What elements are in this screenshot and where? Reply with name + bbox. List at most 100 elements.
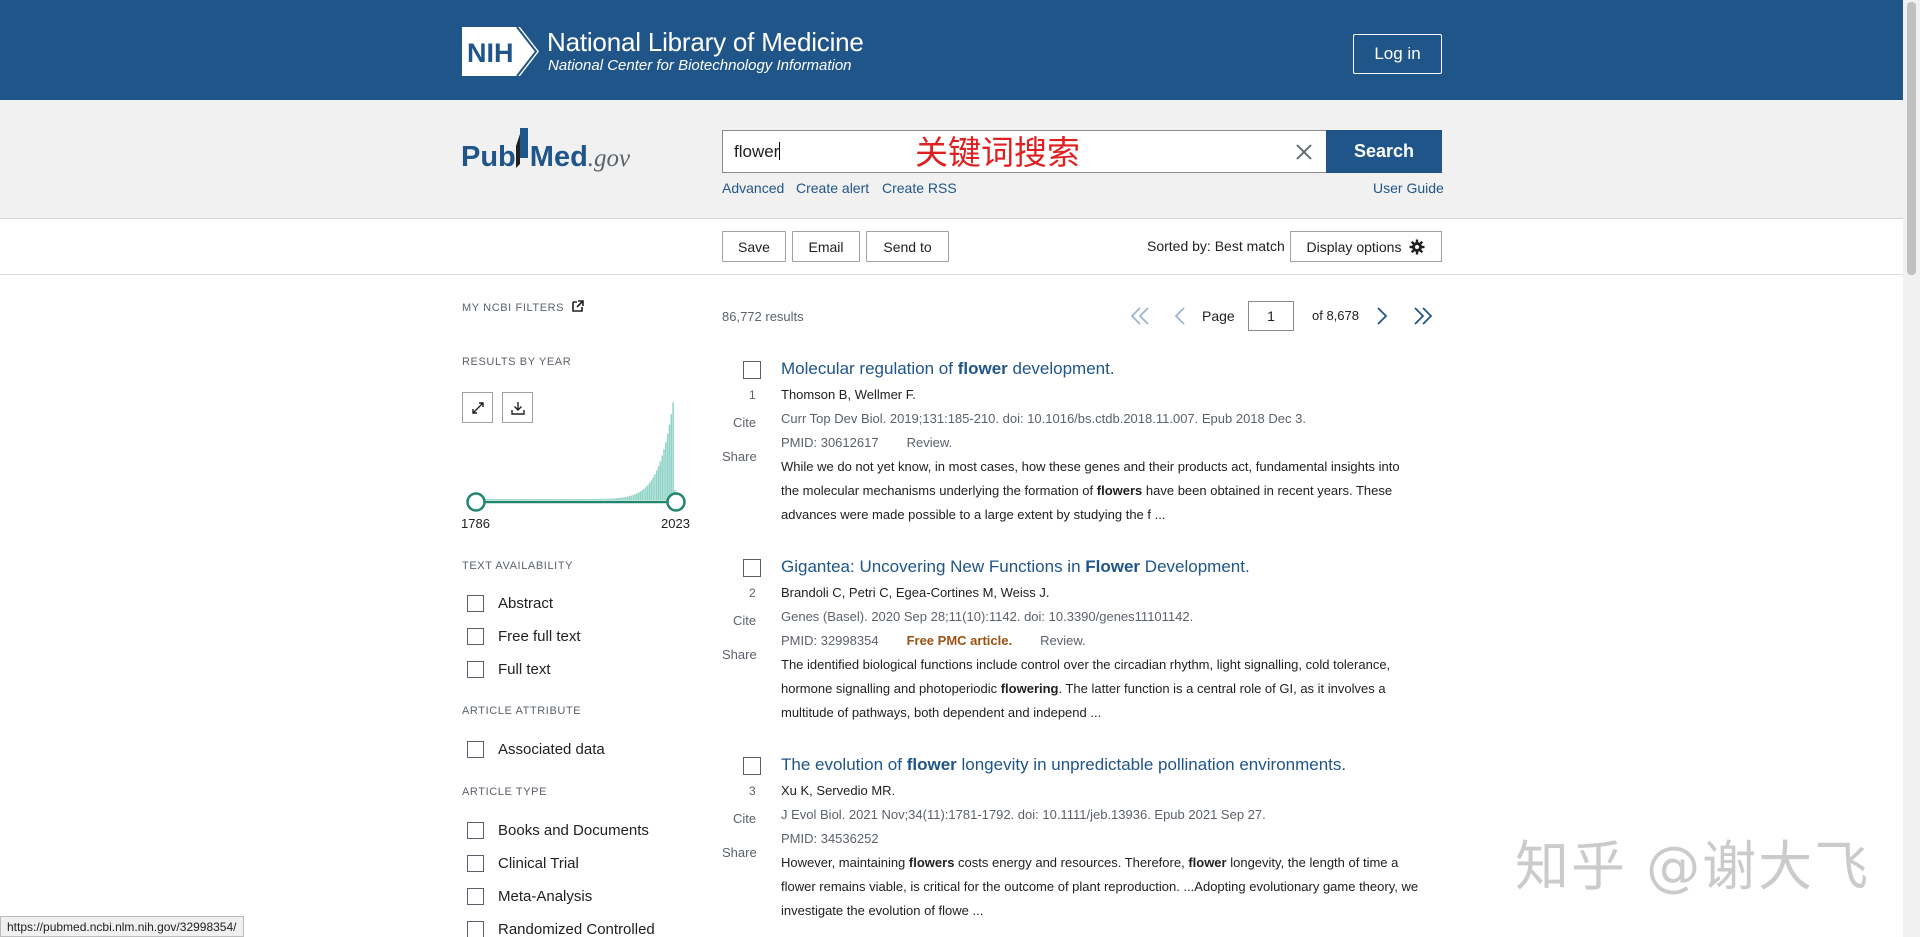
clear-icon[interactable] xyxy=(1282,131,1326,172)
histogram-bar xyxy=(492,499,494,500)
result-checkbox[interactable] xyxy=(743,361,761,379)
histogram-bar xyxy=(648,482,651,500)
page-scrollbar[interactable] xyxy=(1903,0,1920,937)
filter-full-text[interactable]: Full text xyxy=(467,658,551,680)
histogram-bar xyxy=(505,499,507,500)
result-checkbox[interactable] xyxy=(743,559,761,577)
article-type-heading: ARTICLE TYPE xyxy=(462,786,548,798)
status-bar-url: https://pubmed.ncbi.nlm.nih.gov/32998354… xyxy=(0,916,244,937)
filter-randomized-controlled[interactable]: Randomized Controlled xyxy=(467,918,655,937)
page-label: Page xyxy=(1202,308,1235,324)
org-subtitle: National Center for Biotechnology Inform… xyxy=(548,57,852,74)
histogram-bar xyxy=(577,498,580,500)
org-title[interactable]: National Library of Medicine xyxy=(547,27,864,58)
histogram-bar xyxy=(594,498,596,500)
cite-button[interactable]: Cite xyxy=(733,613,756,628)
next-page-icon[interactable] xyxy=(1375,307,1389,325)
filter-associated-data[interactable]: Associated data xyxy=(467,738,605,760)
histogram-bar xyxy=(572,498,574,500)
histogram-bar xyxy=(630,495,633,500)
histogram-bar xyxy=(621,497,623,500)
histogram-bar xyxy=(641,490,643,500)
scrollbar-thumb[interactable] xyxy=(1907,2,1916,275)
filter-books-and-documents[interactable]: Books and Documents xyxy=(467,819,649,841)
histogram-bar xyxy=(603,498,605,500)
create-rss-link[interactable]: Create RSS xyxy=(882,180,957,196)
result-title-link[interactable]: The evolution of flower longevity in unp… xyxy=(781,755,1346,775)
histogram-bar xyxy=(668,424,671,500)
share-button[interactable]: Share xyxy=(722,647,757,662)
my-ncbi-filters-heading[interactable]: MY NCBI FILTERS xyxy=(462,302,564,314)
send-to-button[interactable]: Send to xyxy=(866,231,949,262)
filter-free-full-text[interactable]: Free full text xyxy=(467,625,581,647)
last-page-icon[interactable] xyxy=(1413,307,1433,325)
filter-meta-analysis[interactable]: Meta-Analysis xyxy=(467,885,592,907)
checkbox[interactable] xyxy=(467,887,484,905)
histogram-bar xyxy=(532,499,534,500)
histogram-bar xyxy=(543,498,545,500)
histogram-bar xyxy=(614,498,616,500)
share-button[interactable]: Share xyxy=(722,449,757,464)
histogram-bar xyxy=(592,498,594,500)
histogram-bar xyxy=(599,498,602,500)
histogram-bar xyxy=(517,499,520,500)
histogram-bar xyxy=(657,466,660,500)
histogram-bar xyxy=(617,497,620,500)
checkbox[interactable] xyxy=(467,627,484,645)
search-button[interactable]: Search xyxy=(1326,130,1442,173)
page-number-input[interactable]: 1 xyxy=(1248,301,1294,331)
histogram-bar xyxy=(503,499,505,500)
filter-label: Meta-Analysis xyxy=(498,887,593,905)
filter-label: Full text xyxy=(498,660,551,678)
result-title-link[interactable]: Gigantea: Uncovering New Functions in Fl… xyxy=(781,557,1250,577)
histogram-bar xyxy=(659,461,662,500)
histogram-bar xyxy=(643,488,645,500)
histogram-bar xyxy=(606,498,609,500)
nih-logo[interactable]: NIH xyxy=(462,27,539,76)
cite-button[interactable]: Cite xyxy=(733,415,756,430)
histogram-bar xyxy=(528,499,531,500)
histogram-bar xyxy=(616,498,618,500)
save-button[interactable]: Save xyxy=(722,231,786,262)
create-alert-link[interactable]: Create alert xyxy=(796,180,869,196)
share-button[interactable]: Share xyxy=(722,845,757,860)
cite-button[interactable]: Cite xyxy=(733,811,756,826)
pubmed-logo-gov: .gov xyxy=(588,145,631,172)
histogram-bar xyxy=(563,498,565,500)
result-citation: Curr Top Dev Biol. 2019;131:185-210. doi… xyxy=(781,411,1306,426)
result-title-link[interactable]: Molecular regulation of flower developme… xyxy=(781,359,1115,379)
article-attribute-heading: ARTICLE ATTRIBUTE xyxy=(462,705,582,717)
first-page-icon[interactable] xyxy=(1130,307,1150,325)
user-guide-link[interactable]: User Guide xyxy=(1373,180,1444,196)
checkbox[interactable] xyxy=(467,920,484,937)
checkbox[interactable] xyxy=(467,594,484,612)
checkbox[interactable] xyxy=(467,740,484,758)
filter-abstract[interactable]: Abstract xyxy=(467,592,553,614)
histogram-bar xyxy=(597,498,600,500)
text-availability-heading: TEXT AVAILABILITY xyxy=(462,560,574,572)
previous-page-icon[interactable] xyxy=(1173,307,1187,325)
login-button[interactable]: Log in xyxy=(1353,34,1442,74)
histogram-bar xyxy=(583,498,585,500)
histogram-bar xyxy=(610,498,613,500)
filter-clinical-trial[interactable]: Clinical Trial xyxy=(467,852,579,874)
year-histogram[interactable] xyxy=(460,385,695,515)
checkbox[interactable] xyxy=(467,821,484,839)
email-button[interactable]: Email xyxy=(792,231,860,262)
histogram-bar xyxy=(548,498,551,500)
histogram-bar xyxy=(554,498,556,500)
histogram-bar xyxy=(619,497,622,500)
pubmed-page: NIH National Library of Medicine Nationa… xyxy=(0,0,1920,937)
checkbox[interactable] xyxy=(467,854,484,872)
pubmed-logo[interactable]: Pub Med.gov xyxy=(461,124,651,180)
result-type: Review. xyxy=(906,435,953,450)
histogram-bar xyxy=(646,485,649,500)
display-options-button[interactable]: Display options xyxy=(1290,231,1442,262)
external-link-icon[interactable] xyxy=(572,300,584,312)
histogram-bar xyxy=(516,499,518,500)
histogram-bar xyxy=(486,499,489,500)
histogram-bar xyxy=(519,499,522,500)
advanced-link[interactable]: Advanced xyxy=(722,180,784,196)
result-checkbox[interactable] xyxy=(743,757,761,775)
checkbox[interactable] xyxy=(467,660,484,678)
